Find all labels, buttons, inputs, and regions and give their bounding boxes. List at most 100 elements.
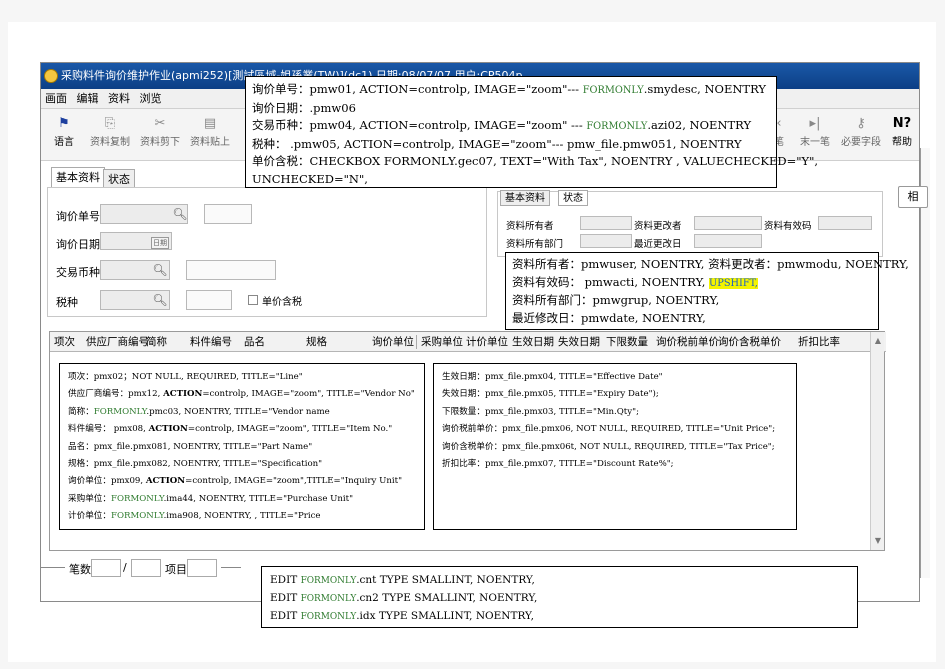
total-field <box>131 559 161 577</box>
col-min-qty[interactable]: 下限数量 <box>606 332 648 352</box>
annotation-line: 资料所有者：pmwuser, NOENTRY, 资料更改者：pmwmodu, N… <box>512 257 909 271</box>
tab-status[interactable]: 状态 <box>103 169 135 187</box>
count-field <box>91 559 121 577</box>
annotation-line: 计价单位：FORMONLY.ima908, NOENTRY, , TITLE="… <box>68 511 321 522</box>
grid-header: 项次 供应厂商编号 简称 料件编号 品名 规格 询价单位 采购单位 计价单位 生… <box>50 332 886 352</box>
flag-icon: ⚑ <box>58 116 70 131</box>
col-part-name[interactable]: 品名 <box>244 332 265 352</box>
col-separator <box>416 335 417 349</box>
last-icon: ▸| <box>809 116 821 131</box>
col-purchase-unit[interactable]: 采购单位 <box>421 332 463 352</box>
help-icon: N? <box>892 116 912 131</box>
col-line[interactable]: 项次 <box>54 332 75 352</box>
cut-icon: ✂ <box>154 116 166 131</box>
annotation-grid-left: 项次：pmx02；NOT NULL, REQUIRED, TITLE="Line… <box>59 363 425 530</box>
valid-field <box>818 216 872 230</box>
status-panel-tab-basic[interactable]: 基本资料 <box>500 190 550 206</box>
search-icon[interactable]: 🔍︎ <box>152 292 168 308</box>
search-icon[interactable]: 🔍︎ <box>152 262 168 278</box>
annotation-line: 折扣比率：pmx_file.pmx07, TITLE="Discount Rat… <box>442 459 674 470</box>
copy-record-button[interactable]: ⎘ 资料复制 <box>87 115 133 148</box>
calendar-icon[interactable]: 日期 <box>151 237 169 249</box>
scroll-up-icon[interactable]: ▲ <box>873 336 883 346</box>
language-label: 语言 <box>54 137 74 148</box>
col-unit-price[interactable]: 询价税前单价 <box>656 332 719 352</box>
status-panel: 基本资料 状态 资料所有者 资料更改者 资料有效码 资料所有部门 最近更改日 <box>497 190 883 257</box>
col-discount-rate[interactable]: 折扣比率 <box>798 332 840 352</box>
col-effective-date[interactable]: 生效日期 <box>512 332 554 352</box>
menu-edit[interactable]: 编辑 <box>77 92 99 105</box>
cut-record-label: 资料剪下 <box>140 137 180 148</box>
count-label: 笔数 <box>69 563 91 576</box>
grid-scrollbar[interactable]: ▲ ▼ <box>870 332 884 550</box>
item-field <box>187 559 217 577</box>
annotation-line: 失效日期：pmx_file.pmx05, TITLE="Expiry Date"… <box>442 389 659 400</box>
annotation-header-fields: 询价单号：pmw01, ACTION=controlp, IMAGE="zoom… <box>245 76 818 188</box>
owner-dept-field <box>580 234 632 248</box>
scroll-down-icon[interactable]: ▼ <box>873 536 883 546</box>
annotation-line: 项次：pmx02；NOT NULL, REQUIRED, TITLE="Line… <box>68 372 303 382</box>
owner-dept-label: 资料所有部门 <box>506 239 564 250</box>
modifier-field <box>694 216 762 230</box>
annotation-line: 资料所有部门：pmwgrup, NOENTRY, <box>512 293 720 307</box>
copy-record-label: 资料复制 <box>90 137 130 148</box>
cut-record-button[interactable]: ✂ 资料剪下 <box>137 115 183 148</box>
annotation-line: EDIT FORMONLY.idx TYPE SMALLINT, NOENTRY… <box>270 610 534 622</box>
col-item-no[interactable]: 料件编号 <box>190 332 232 352</box>
annotation-status-fields: 资料所有者：pmwuser, NOENTRY, 资料更改者：pmwmodu, N… <box>505 252 909 330</box>
search-icon[interactable]: 🔍︎ <box>172 206 188 222</box>
last-record-button[interactable]: ▸| 末一笔 <box>795 115 835 148</box>
menu-screen[interactable]: 画面 <box>45 92 67 105</box>
menu-browse[interactable]: 浏览 <box>140 92 162 105</box>
last-record-label: 末一笔 <box>800 137 830 148</box>
currency-label: 交易币种 <box>56 266 100 279</box>
help-button[interactable]: N? 帮助 <box>889 115 915 148</box>
header-form: 询价单号 🔍︎ 询价日期 日期 交易币种 🔍︎ 税种 🔍︎ 单价含税 <box>47 187 487 317</box>
help-label: 帮助 <box>892 137 912 148</box>
annotation-line: 交易币种：pmw04, ACTION=controlp, IMAGE="zoom… <box>252 118 752 132</box>
last-modified-field <box>694 234 762 248</box>
annotation-line: UNCHECKED="N", <box>252 171 368 186</box>
language-button[interactable]: ⚑ 语言 <box>47 115 81 148</box>
col-tax-price[interactable]: 询价含税单价 <box>718 332 781 352</box>
annotation-line: EDIT FORMONLY.cn2 TYPE SMALLINT, NOENTRY… <box>270 592 538 604</box>
required-fields-button[interactable]: ⚷ 必要字段 <box>841 115 881 148</box>
col-vendor-no[interactable]: 供应厂商编号 <box>86 332 149 352</box>
annotation-line: 品名：pmx_file.pmx081, NOENTRY, TITLE="Part… <box>68 441 313 452</box>
upshift-highlight: UPSHIFT, <box>709 277 758 289</box>
divider <box>221 567 241 568</box>
inquiry-no-label: 询价单号 <box>56 210 100 223</box>
col-spec[interactable]: 规格 <box>306 332 327 352</box>
annotation-line: 料件编号： pmx08, ACTION=controlp, IMAGE="zoo… <box>68 424 393 435</box>
annotation-line: 询价单位：pmx09, ACTION=controlp, IMAGE="zoom… <box>68 476 403 487</box>
col-inquiry-unit[interactable]: 询价单位 <box>372 332 414 352</box>
side-button[interactable]: 相 <box>898 186 928 208</box>
annotation-line: 询价日期：.pmw06 <box>252 100 356 115</box>
annotation-line: 供应厂商编号：pmx12, ACTION=controlp, IMAGE="zo… <box>68 389 415 400</box>
annotation-line: 下限数量：pmx_file.pmx03, TITLE="Min.Qty"; <box>442 406 639 417</box>
annotation-line: 资料有效码： pmwacti, NOENTRY, UPSHIFT, <box>512 274 758 289</box>
paste-icon: ▤ <box>203 116 217 131</box>
annotation-line: 税种： .pmw05, ACTION=controlp, IMAGE="zoom… <box>252 136 742 151</box>
background-window-edge <box>920 148 930 578</box>
inquiry-desc-field <box>204 204 252 224</box>
divider <box>41 567 65 568</box>
currency-desc-field <box>186 260 276 280</box>
annotation-line: 采购单位：FORMONLY.ima44, NOENTRY, TITLE="Pur… <box>68 493 354 504</box>
tax-inclusive-checkbox[interactable] <box>248 295 258 305</box>
annotation-line: 询价税前单价：pmx_file.pmx06, NOT NULL, REQUIRE… <box>442 424 776 435</box>
status-panel-tab-status[interactable]: 状态 <box>558 190 588 206</box>
annotation-line: 最近修改日：pmwdate, NOENTRY, <box>512 310 706 325</box>
col-price-unit[interactable]: 计价单位 <box>466 332 508 352</box>
annotation-line: 生效日期：pmx_file.pmx04, TITLE="Effective Da… <box>442 372 663 382</box>
tab-basic-data[interactable]: 基本资料 <box>51 167 105 187</box>
col-expiry-date[interactable]: 失效日期 <box>558 332 600 352</box>
annotation-line: 简称：FORMONLY.pmc03, NOENTRY, TITLE="Vendo… <box>68 406 330 417</box>
tax-desc-field <box>186 290 232 310</box>
slash-label: / <box>123 561 127 574</box>
annotation-status-bar-fields: EDIT FORMONLY.cnt TYPE SMALLINT, NOENTRY… <box>261 566 858 628</box>
col-vendor-name[interactable]: 简称 <box>146 332 167 352</box>
inquiry-date-label: 询价日期 <box>56 238 100 251</box>
paste-record-button[interactable]: ▤ 资料贴上 <box>187 115 233 148</box>
menu-data[interactable]: 资料 <box>108 92 130 105</box>
